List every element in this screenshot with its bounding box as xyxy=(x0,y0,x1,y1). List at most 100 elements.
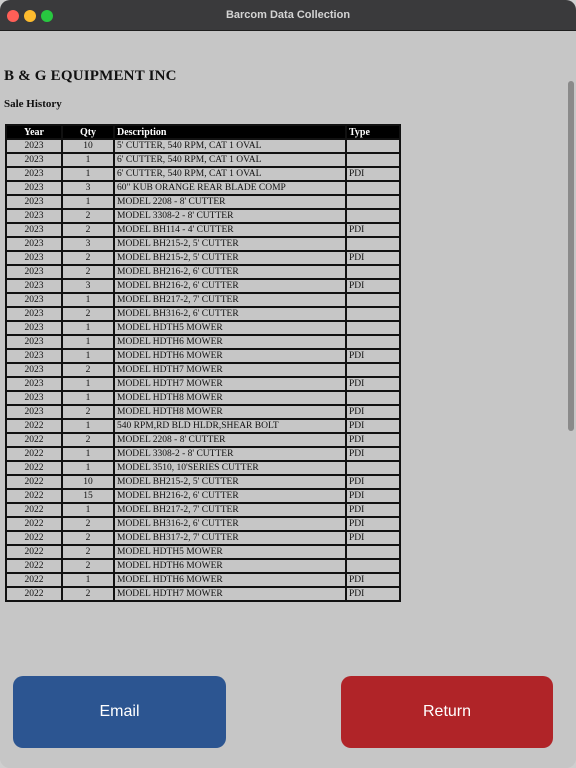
cell-type xyxy=(347,546,399,558)
table-row[interactable]: 2023 2 MODEL BH216-2, 6' CUTTER xyxy=(7,266,399,278)
cell-year: 2023 xyxy=(7,350,61,362)
cell-qty: 1 xyxy=(63,294,113,306)
cell-type: PDI xyxy=(347,490,399,502)
table-row[interactable]: 2023 2 MODEL HDTH7 MOWER xyxy=(7,364,399,376)
cell-type xyxy=(347,140,399,152)
cell-year: 2023 xyxy=(7,238,61,250)
table-row[interactable]: 2023 1 MODEL HDTH7 MOWER PDI xyxy=(7,378,399,390)
cell-type xyxy=(347,322,399,334)
cell-qty: 3 xyxy=(63,238,113,250)
cell-description: MODEL BH216-2, 6' CUTTER xyxy=(115,266,345,278)
table-row[interactable]: 2023 1 MODEL HDTH8 MOWER xyxy=(7,392,399,404)
table-row[interactable]: 2022 1 MODEL HDTH6 MOWER PDI xyxy=(7,574,399,586)
cell-description: MODEL HDTH7 MOWER xyxy=(115,378,345,390)
vertical-scrollbar[interactable] xyxy=(566,81,576,701)
cell-type: PDI xyxy=(347,588,399,600)
table-row[interactable]: 2022 10 MODEL BH215-2, 5' CUTTER PDI xyxy=(7,476,399,488)
cell-qty: 1 xyxy=(63,154,113,166)
table-row[interactable]: 2023 1 MODEL HDTH5 MOWER xyxy=(7,322,399,334)
table-row[interactable]: 2022 2 MODEL 2208 - 8' CUTTER PDI xyxy=(7,434,399,446)
cell-qty: 2 xyxy=(63,252,113,264)
cell-year: 2023 xyxy=(7,406,61,418)
cell-type: PDI xyxy=(347,168,399,180)
table-row[interactable]: 2023 2 MODEL 3308-2 - 8' CUTTER xyxy=(7,210,399,222)
cell-year: 2023 xyxy=(7,308,61,320)
table-row[interactable]: 2023 2 MODEL BH316-2, 6' CUTTER xyxy=(7,308,399,320)
cell-year: 2023 xyxy=(7,140,61,152)
table-row[interactable]: 2023 2 MODEL HDTH8 MOWER PDI xyxy=(7,406,399,418)
table-row[interactable]: 2022 2 MODEL HDTH7 MOWER PDI xyxy=(7,588,399,600)
cell-year: 2022 xyxy=(7,532,61,544)
table-header-row: Year Qty Description Type xyxy=(7,126,399,138)
cell-qty: 1 xyxy=(63,448,113,460)
cell-qty: 1 xyxy=(63,504,113,516)
cell-year: 2022 xyxy=(7,490,61,502)
cell-year: 2023 xyxy=(7,392,61,404)
cell-type: PDI xyxy=(347,420,399,432)
table-row[interactable]: 2023 1 MODEL 2208 - 8' CUTTER xyxy=(7,196,399,208)
cell-type xyxy=(347,364,399,376)
table-row[interactable]: 2022 1 MODEL 3510, 10'SERIES CUTTER xyxy=(7,462,399,474)
table-row[interactable]: 2023 2 MODEL BH114 - 4' CUTTER PDI xyxy=(7,224,399,236)
cell-qty: 1 xyxy=(63,350,113,362)
section-title: Sale History xyxy=(4,98,62,110)
cell-description: MODEL HDTH5 MOWER xyxy=(115,322,345,334)
cell-year: 2023 xyxy=(7,280,61,292)
cell-year: 2022 xyxy=(7,560,61,572)
cell-description: 540 RPM,RD BLD HLDR,SHEAR BOLT xyxy=(115,420,345,432)
table-row[interactable]: 2023 3 MODEL BH216-2, 6' CUTTER PDI xyxy=(7,280,399,292)
table-row[interactable]: 2023 1 MODEL HDTH6 MOWER PDI xyxy=(7,350,399,362)
cell-year: 2023 xyxy=(7,224,61,236)
table-row[interactable]: 2023 2 MODEL BH215-2, 5' CUTTER PDI xyxy=(7,252,399,264)
cell-year: 2023 xyxy=(7,378,61,390)
cell-qty: 2 xyxy=(63,434,113,446)
table-row[interactable]: 2023 1 6' CUTTER, 540 RPM, CAT 1 OVAL PDI xyxy=(7,168,399,180)
table-row[interactable]: 2022 1 MODEL BH217-2, 7' CUTTER PDI xyxy=(7,504,399,516)
scrollbar-thumb[interactable] xyxy=(568,81,574,431)
cell-type: PDI xyxy=(347,448,399,460)
content-area: B & G EQUIPMENT INC Sale History Year Qt… xyxy=(0,31,576,768)
table-row[interactable]: 2022 1 540 RPM,RD BLD HLDR,SHEAR BOLT PDI xyxy=(7,420,399,432)
cell-description: MODEL BH215-2, 5' CUTTER xyxy=(115,238,345,250)
cell-year: 2023 xyxy=(7,168,61,180)
cell-year: 2023 xyxy=(7,210,61,222)
table-row[interactable]: 2022 2 MODEL HDTH6 MOWER xyxy=(7,560,399,572)
cell-description: 5' CUTTER, 540 RPM, CAT 1 OVAL xyxy=(115,140,345,152)
table-row[interactable]: 2022 2 MODEL BH316-2, 6' CUTTER PDI xyxy=(7,518,399,530)
cell-qty: 15 xyxy=(63,490,113,502)
table-row[interactable]: 2023 3 MODEL BH215-2, 5' CUTTER xyxy=(7,238,399,250)
cell-type: PDI xyxy=(347,518,399,530)
cell-qty: 1 xyxy=(63,392,113,404)
cell-description: MODEL 2208 - 8' CUTTER xyxy=(115,434,345,446)
cell-description: MODEL BH114 - 4' CUTTER xyxy=(115,224,345,236)
cell-year: 2023 xyxy=(7,196,61,208)
cell-type xyxy=(347,294,399,306)
table-row[interactable]: 2022 1 MODEL 3308-2 - 8' CUTTER PDI xyxy=(7,448,399,460)
cell-qty: 2 xyxy=(63,210,113,222)
table-row[interactable]: 2023 3 60" KUB ORANGE REAR BLADE COMP xyxy=(7,182,399,194)
table-row[interactable]: 2022 2 MODEL HDTH5 MOWER xyxy=(7,546,399,558)
cell-type xyxy=(347,266,399,278)
email-button[interactable]: Email xyxy=(13,676,226,748)
table-row[interactable]: 2023 1 MODEL BH217-2, 7' CUTTER xyxy=(7,294,399,306)
cell-description: MODEL BH217-2, 7' CUTTER xyxy=(115,504,345,516)
cell-qty: 1 xyxy=(63,378,113,390)
table-row[interactable]: 2022 2 MODEL BH317-2, 7' CUTTER PDI xyxy=(7,532,399,544)
cell-description: MODEL HDTH8 MOWER xyxy=(115,392,345,404)
cell-description: MODEL HDTH6 MOWER xyxy=(115,574,345,586)
table-row[interactable]: 2022 15 MODEL BH216-2, 6' CUTTER PDI xyxy=(7,490,399,502)
return-button[interactable]: Return xyxy=(341,676,553,748)
cell-year: 2022 xyxy=(7,476,61,488)
cell-type: PDI xyxy=(347,574,399,586)
table-row[interactable]: 2023 1 MODEL HDTH6 MOWER xyxy=(7,336,399,348)
cell-description: MODEL 3308-2 - 8' CUTTER xyxy=(115,448,345,460)
company-name: B & G EQUIPMENT INC xyxy=(4,68,177,84)
cell-qty: 2 xyxy=(63,532,113,544)
cell-qty: 1 xyxy=(63,196,113,208)
cell-description: MODEL BH217-2, 7' CUTTER xyxy=(115,294,345,306)
cell-type xyxy=(347,154,399,166)
table-row[interactable]: 2023 1 6' CUTTER, 540 RPM, CAT 1 OVAL xyxy=(7,154,399,166)
cell-type: PDI xyxy=(347,252,399,264)
cell-type xyxy=(347,238,399,250)
table-row[interactable]: 2023 10 5' CUTTER, 540 RPM, CAT 1 OVAL xyxy=(7,140,399,152)
